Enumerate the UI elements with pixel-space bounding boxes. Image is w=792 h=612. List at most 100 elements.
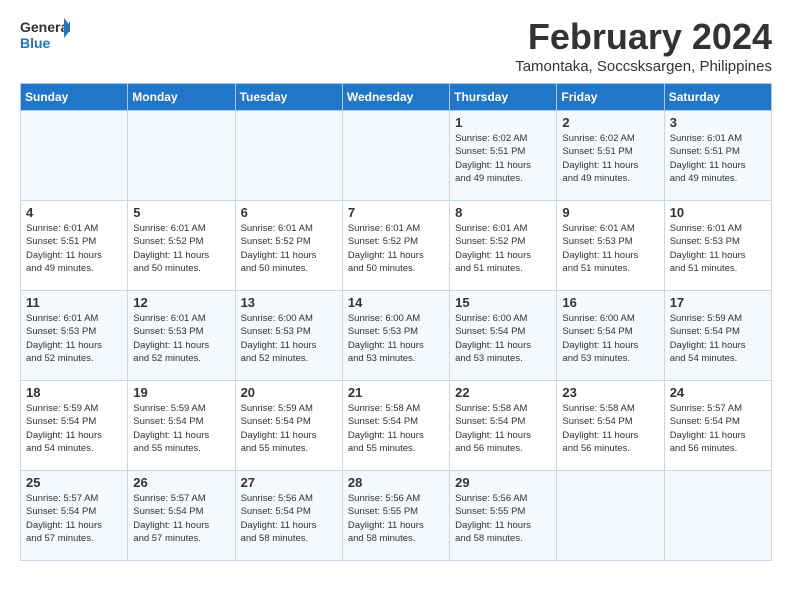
calendar-cell: 14 Sunrise: 6:00 AM Sunset: 5:53 PM Dayli… xyxy=(342,291,449,381)
title-area: February 2024 Tamontaka, Soccsksargen, P… xyxy=(515,16,772,75)
calendar-cell: 19 Sunrise: 5:59 AM Sunset: 5:54 PM Dayli… xyxy=(128,381,235,471)
day-info: Sunrise: 5:58 AM Sunset: 5:54 PM Dayligh… xyxy=(455,402,551,455)
day-info: Sunrise: 6:01 AM Sunset: 5:52 PM Dayligh… xyxy=(455,222,551,275)
logo-svg: General Blue xyxy=(20,16,70,60)
day-number: 3 xyxy=(670,115,766,130)
day-number: 2 xyxy=(562,115,658,130)
calendar-cell: 6 Sunrise: 6:01 AM Sunset: 5:52 PM Daylig… xyxy=(235,201,342,291)
day-info: Sunrise: 6:01 AM Sunset: 5:51 PM Dayligh… xyxy=(26,222,122,275)
day-number: 14 xyxy=(348,295,444,310)
calendar-cell: 9 Sunrise: 6:01 AM Sunset: 5:53 PM Daylig… xyxy=(557,201,664,291)
day-number: 20 xyxy=(241,385,337,400)
day-info: Sunrise: 5:58 AM Sunset: 5:54 PM Dayligh… xyxy=(348,402,444,455)
day-number: 15 xyxy=(455,295,551,310)
calendar-week-row: 18Sunrise: 5:59 AM Sunset: 5:54 PM Dayli… xyxy=(21,381,772,471)
day-info: Sunrise: 6:00 AM Sunset: 5:53 PM Dayligh… xyxy=(241,312,337,365)
calendar-cell: 12 Sunrise: 6:01 AM Sunset: 5:53 PM Dayli… xyxy=(128,291,235,381)
day-info: Sunrise: 6:00 AM Sunset: 5:54 PM Dayligh… xyxy=(455,312,551,365)
day-info: Sunrise: 5:59 AM Sunset: 5:54 PM Dayligh… xyxy=(670,312,766,365)
logo: General Blue xyxy=(20,16,70,60)
day-number: 26 xyxy=(133,475,229,490)
calendar-cell: 23 Sunrise: 5:58 AM Sunset: 5:54 PM Dayli… xyxy=(557,381,664,471)
calendar-cell: 10Sunrise: 6:01 AM Sunset: 5:53 PM Dayli… xyxy=(664,201,771,291)
day-of-week-wednesday: Wednesday xyxy=(342,84,449,111)
day-number: 1 xyxy=(455,115,551,130)
day-number: 25 xyxy=(26,475,122,490)
day-of-week-tuesday: Tuesday xyxy=(235,84,342,111)
day-info: Sunrise: 6:01 AM Sunset: 5:53 PM Dayligh… xyxy=(670,222,766,275)
day-info: Sunrise: 6:02 AM Sunset: 5:51 PM Dayligh… xyxy=(562,132,658,185)
day-of-week-sunday: Sunday xyxy=(21,84,128,111)
calendar-cell: 4Sunrise: 6:01 AM Sunset: 5:51 PM Daylig… xyxy=(21,201,128,291)
day-number: 23 xyxy=(562,385,658,400)
calendar-week-row: 25 Sunrise: 5:57 AM Sunset: 5:54 PM Dayli… xyxy=(21,471,772,561)
day-info: Sunrise: 5:56 AM Sunset: 5:54 PM Dayligh… xyxy=(241,492,337,545)
calendar-cell: 5Sunrise: 6:01 AM Sunset: 5:52 PM Daylig… xyxy=(128,201,235,291)
day-number: 19 xyxy=(133,385,229,400)
day-of-week-friday: Friday xyxy=(557,84,664,111)
day-number: 7 xyxy=(348,205,444,220)
day-info: Sunrise: 6:01 AM Sunset: 5:53 PM Dayligh… xyxy=(133,312,229,365)
calendar-cell: 13 Sunrise: 6:00 AM Sunset: 5:53 PM Dayli… xyxy=(235,291,342,381)
calendar-cell: 25 Sunrise: 5:57 AM Sunset: 5:54 PM Dayli… xyxy=(21,471,128,561)
calendar-cell: 2 Sunrise: 6:02 AM Sunset: 5:51 PM Daylig… xyxy=(557,111,664,201)
day-info: Sunrise: 5:57 AM Sunset: 5:54 PM Dayligh… xyxy=(26,492,122,545)
day-number: 21 xyxy=(348,385,444,400)
day-info: Sunrise: 6:01 AM Sunset: 5:53 PM Dayligh… xyxy=(26,312,122,365)
day-info: Sunrise: 6:01 AM Sunset: 5:52 PM Dayligh… xyxy=(241,222,337,275)
calendar-cell: 26Sunrise: 5:57 AM Sunset: 5:54 PM Dayli… xyxy=(128,471,235,561)
day-info: Sunrise: 6:02 AM Sunset: 5:51 PM Dayligh… xyxy=(455,132,551,185)
day-number: 16 xyxy=(562,295,658,310)
calendar-header-row: SundayMondayTuesdayWednesdayThursdayFrid… xyxy=(21,84,772,111)
calendar-week-row: 11 Sunrise: 6:01 AM Sunset: 5:53 PM Dayli… xyxy=(21,291,772,381)
day-info: Sunrise: 6:01 AM Sunset: 5:52 PM Dayligh… xyxy=(348,222,444,275)
calendar-cell xyxy=(128,111,235,201)
calendar-cell: 16 Sunrise: 6:00 AM Sunset: 5:54 PM Dayli… xyxy=(557,291,664,381)
calendar-cell: 27 Sunrise: 5:56 AM Sunset: 5:54 PM Dayli… xyxy=(235,471,342,561)
calendar-cell xyxy=(557,471,664,561)
calendar-cell: 18Sunrise: 5:59 AM Sunset: 5:54 PM Dayli… xyxy=(21,381,128,471)
calendar-cell: 20 Sunrise: 5:59 AM Sunset: 5:54 PM Dayli… xyxy=(235,381,342,471)
calendar-week-row: 1 Sunrise: 6:02 AM Sunset: 5:51 PM Daylig… xyxy=(21,111,772,201)
day-number: 13 xyxy=(241,295,337,310)
calendar-cell xyxy=(21,111,128,201)
svg-text:General: General xyxy=(20,19,70,35)
day-info: Sunrise: 6:01 AM Sunset: 5:53 PM Dayligh… xyxy=(562,222,658,275)
day-number: 11 xyxy=(26,295,122,310)
day-info: Sunrise: 6:00 AM Sunset: 5:53 PM Dayligh… xyxy=(348,312,444,365)
calendar-week-row: 4Sunrise: 6:01 AM Sunset: 5:51 PM Daylig… xyxy=(21,201,772,291)
calendar-cell: 24 Sunrise: 5:57 AM Sunset: 5:54 PM Dayli… xyxy=(664,381,771,471)
calendar-cell: 3 Sunrise: 6:01 AM Sunset: 5:51 PM Daylig… xyxy=(664,111,771,201)
day-info: Sunrise: 5:57 AM Sunset: 5:54 PM Dayligh… xyxy=(670,402,766,455)
calendar-cell: 15 Sunrise: 6:00 AM Sunset: 5:54 PM Dayli… xyxy=(450,291,557,381)
day-number: 6 xyxy=(241,205,337,220)
day-number: 24 xyxy=(670,385,766,400)
day-number: 27 xyxy=(241,475,337,490)
calendar-cell: 8Sunrise: 6:01 AM Sunset: 5:52 PM Daylig… xyxy=(450,201,557,291)
day-number: 9 xyxy=(562,205,658,220)
calendar-cell: 22 Sunrise: 5:58 AM Sunset: 5:54 PM Dayli… xyxy=(450,381,557,471)
calendar-cell xyxy=(342,111,449,201)
day-of-week-saturday: Saturday xyxy=(664,84,771,111)
day-info: Sunrise: 6:01 AM Sunset: 5:51 PM Dayligh… xyxy=(670,132,766,185)
day-info: Sunrise: 5:59 AM Sunset: 5:54 PM Dayligh… xyxy=(133,402,229,455)
calendar-table: SundayMondayTuesdayWednesdayThursdayFrid… xyxy=(20,83,772,561)
calendar-cell: 28Sunrise: 5:56 AM Sunset: 5:55 PM Dayli… xyxy=(342,471,449,561)
calendar-cell: 29Sunrise: 5:56 AM Sunset: 5:55 PM Dayli… xyxy=(450,471,557,561)
calendar-cell xyxy=(664,471,771,561)
month-year: February 2024 xyxy=(515,16,772,58)
day-info: Sunrise: 5:59 AM Sunset: 5:54 PM Dayligh… xyxy=(241,402,337,455)
location: Tamontaka, Soccsksargen, Philippines xyxy=(515,58,772,75)
day-of-week-monday: Monday xyxy=(128,84,235,111)
day-info: Sunrise: 5:56 AM Sunset: 5:55 PM Dayligh… xyxy=(348,492,444,545)
day-of-week-thursday: Thursday xyxy=(450,84,557,111)
day-number: 22 xyxy=(455,385,551,400)
day-info: Sunrise: 6:01 AM Sunset: 5:52 PM Dayligh… xyxy=(133,222,229,275)
day-info: Sunrise: 5:58 AM Sunset: 5:54 PM Dayligh… xyxy=(562,402,658,455)
day-info: Sunrise: 5:56 AM Sunset: 5:55 PM Dayligh… xyxy=(455,492,551,545)
calendar-cell: 17Sunrise: 5:59 AM Sunset: 5:54 PM Dayli… xyxy=(664,291,771,381)
calendar-cell: 7 Sunrise: 6:01 AM Sunset: 5:52 PM Daylig… xyxy=(342,201,449,291)
day-info: Sunrise: 6:00 AM Sunset: 5:54 PM Dayligh… xyxy=(562,312,658,365)
calendar-cell: 11 Sunrise: 6:01 AM Sunset: 5:53 PM Dayli… xyxy=(21,291,128,381)
day-number: 12 xyxy=(133,295,229,310)
